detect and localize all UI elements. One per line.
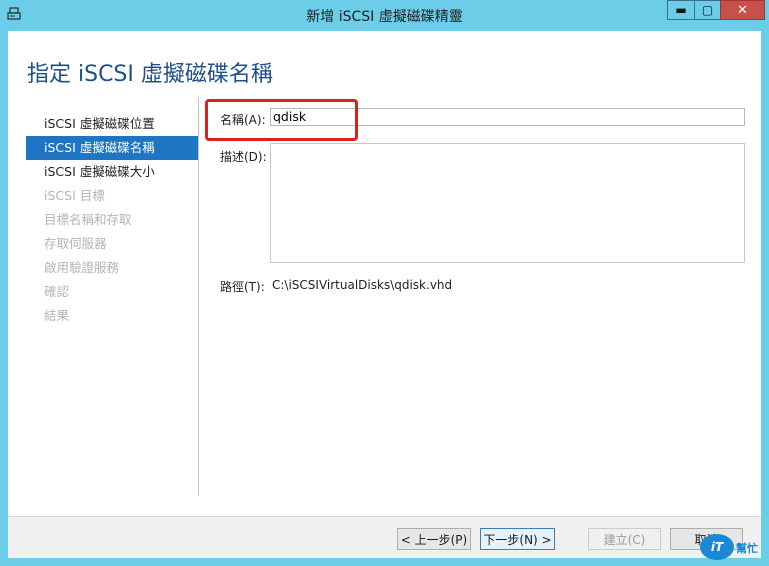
create-button: 建立(C): [588, 528, 661, 550]
description-input[interactable]: [270, 143, 745, 263]
nav-step-enable-authentication: 啟用驗證服務: [44, 260, 120, 275]
title-bar[interactable]: 新增 iSCSI 虛擬磁碟精靈 ▬ ▢ ✕: [0, 0, 769, 30]
nav-step-access-servers: 存取伺服器: [44, 236, 107, 251]
minimize-button[interactable]: ▬: [667, 0, 694, 20]
nav-step-disk-location[interactable]: iSCSI 虛擬磁碟位置: [26, 112, 198, 136]
wizard-content: 指定 iSCSI 虛擬磁碟名稱 iSCSI 虛擬磁碟位置 iSCSI 虛擬磁碟名…: [8, 31, 761, 558]
nav-step-disk-name[interactable]: iSCSI 虛擬磁碟名稱: [26, 136, 198, 160]
back-button[interactable]: < 上一步(P): [397, 528, 471, 550]
window-title: 新增 iSCSI 虛擬磁碟精靈: [306, 9, 463, 25]
maximize-button[interactable]: ▢: [694, 0, 720, 20]
nav-step-iscsi-target: iSCSI 目標: [44, 188, 105, 203]
description-label: 描述(D):: [220, 150, 267, 164]
nav-step-confirmation: 確認: [44, 284, 70, 299]
nav-step-disk-size[interactable]: iSCSI 虛擬磁碟大小: [26, 160, 198, 184]
path-value: C:\iSCSIVirtualDisks\qdisk.vhd: [272, 278, 453, 292]
wizard-footer: < 上一步(P) 下一步(N) > 建立(C) 取消: [8, 516, 761, 558]
wizard-steps-nav: iSCSI 虛擬磁碟位置 iSCSI 虛擬磁碟名稱 iSCSI 虛擬磁碟大小 i…: [26, 112, 198, 328]
nav-step-target-name-access: 目標名稱和存取: [44, 212, 132, 227]
ithome-logo-icon: iT: [700, 534, 734, 560]
nav-divider: [198, 97, 199, 496]
highlight-annotation: [205, 99, 358, 141]
ithome-watermark: iT 幫忙: [700, 534, 766, 562]
close-button[interactable]: ✕: [720, 0, 765, 20]
next-button[interactable]: 下一步(N) >: [480, 528, 555, 550]
path-label: 路徑(T):: [220, 280, 265, 294]
wizard-window: 新增 iSCSI 虛擬磁碟精靈 ▬ ▢ ✕ 指定 iSCSI 虛擬磁碟名稱 iS…: [0, 0, 769, 566]
nav-step-results: 結果: [44, 308, 70, 323]
page-title: 指定 iSCSI 虛擬磁碟名稱: [27, 62, 273, 87]
watermark-text: 幫忙: [736, 542, 758, 555]
